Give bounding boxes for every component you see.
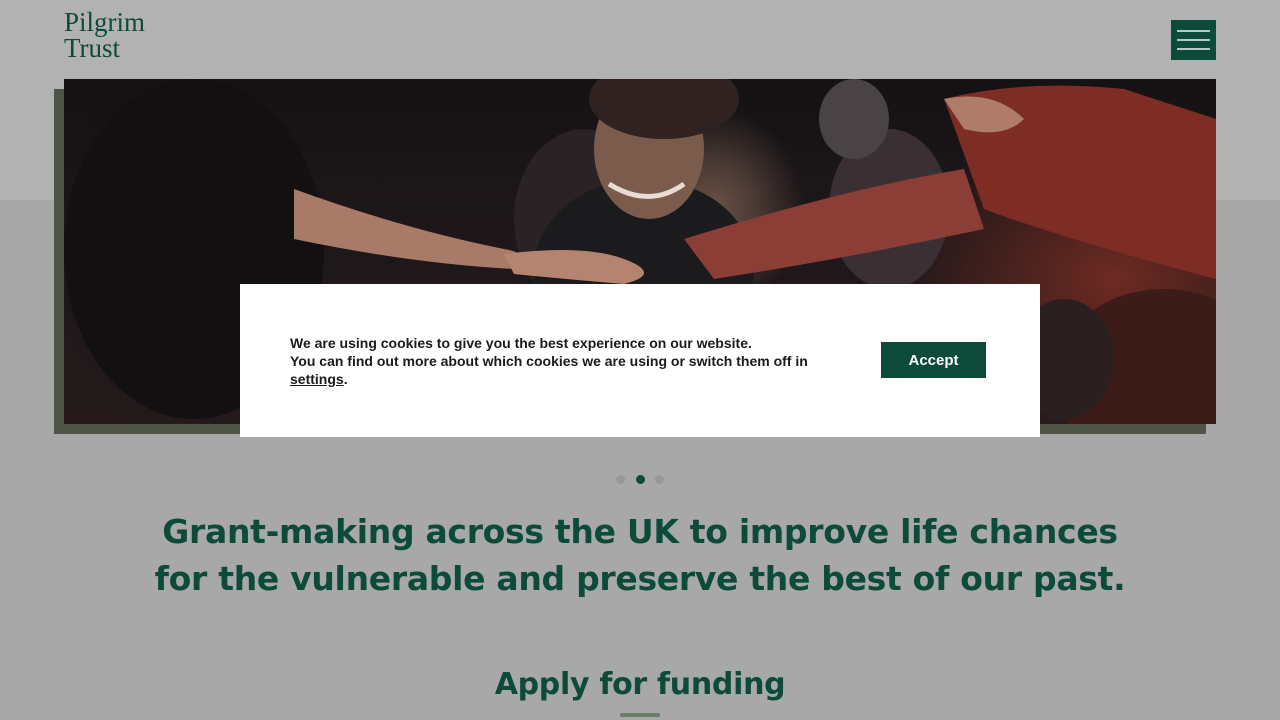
cookie-message-line-3: settings.	[290, 370, 830, 388]
cookie-settings-link[interactable]: settings	[290, 371, 344, 387]
logo-line-2: Trust	[64, 33, 121, 63]
pilgrim-trust-logo[interactable]: Pilgrim Trust	[64, 7, 146, 63]
carousel-dot-3[interactable]	[655, 475, 664, 484]
carousel-dots	[614, 475, 668, 485]
cookie-settings-suffix: .	[343, 371, 348, 387]
cookie-message-line-2: You can find out more about which cookie…	[290, 352, 830, 370]
carousel-dot-2[interactable]	[636, 475, 645, 484]
tagline-line-1: Grant-making across the UK to improve li…	[162, 512, 1118, 551]
cookie-message-line-1: We are using cookies to give you the bes…	[290, 335, 752, 351]
apply-for-funding-heading[interactable]: Apply for funding	[390, 662, 890, 708]
cookie-consent-banner: We are using cookies to give you the bes…	[240, 284, 1040, 437]
apply-heading-underline	[620, 713, 660, 717]
carousel-dot-1[interactable]	[616, 475, 625, 484]
cookie-message: We are using cookies to give you the bes…	[290, 334, 830, 388]
accept-cookies-button[interactable]: Accept	[881, 342, 986, 378]
menu-button[interactable]	[1171, 20, 1216, 60]
cookie-message-line-2-text: You can find out more about which cookie…	[290, 353, 808, 369]
tagline-line-2: for the vulnerable and preserve the best…	[154, 559, 1126, 598]
tagline: Grant-making across the UK to improve li…	[140, 508, 1140, 602]
logo-line-1: Pilgrim	[64, 7, 146, 37]
